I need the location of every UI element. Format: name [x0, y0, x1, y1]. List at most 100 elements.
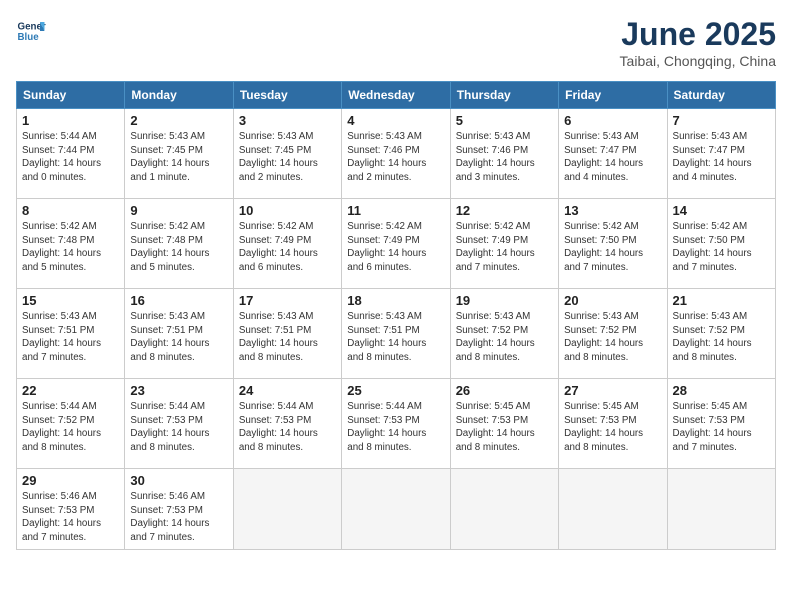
calendar-header-row: SundayMondayTuesdayWednesdayThursdayFrid… — [17, 82, 776, 109]
day-header-monday: Monday — [125, 82, 233, 109]
day-detail: Sunrise: 5:45 AMSunset: 7:53 PMDaylight:… — [673, 400, 770, 455]
title-area: June 2025 Taibai, Chongqing, China — [620, 16, 776, 69]
calendar-cell: 19 Sunrise: 5:43 AMSunset: 7:52 PMDayligh… — [450, 289, 558, 379]
day-number: 4 — [347, 113, 444, 128]
day-number: 5 — [456, 113, 553, 128]
svg-text:Blue: Blue — [18, 32, 40, 43]
calendar-cell: 22 Sunrise: 5:44 AMSunset: 7:52 PMDayligh… — [17, 379, 125, 469]
calendar-cell: 18Sunrise: 5:43 AMSunset: 7:51 PMDayligh… — [342, 289, 450, 379]
day-detail: Sunrise: 5:43 AMSunset: 7:47 PMDaylight:… — [673, 130, 770, 185]
day-detail: Sunrise: 5:46 AMSunset: 7:53 PMDaylight:… — [130, 490, 227, 545]
calendar-table: SundayMondayTuesdayWednesdayThursdayFrid… — [16, 81, 776, 550]
day-detail: Sunrise: 5:43 AMSunset: 7:51 PMDaylight:… — [239, 310, 336, 365]
calendar-cell: 3Sunrise: 5:43 AMSunset: 7:45 PMDaylight… — [233, 109, 341, 199]
day-number: 29 — [22, 473, 119, 488]
calendar-week-row: 22 Sunrise: 5:44 AMSunset: 7:52 PMDayligh… — [17, 379, 776, 469]
calendar-cell: 13 Sunrise: 5:42 AMSunset: 7:50 PMDayligh… — [559, 199, 667, 289]
day-detail: Sunrise: 5:43 AMSunset: 7:52 PMDaylight:… — [564, 310, 661, 365]
calendar-cell — [559, 469, 667, 550]
day-number: 21 — [673, 293, 770, 308]
day-number: 18 — [347, 293, 444, 308]
calendar-cell: 5 Sunrise: 5:43 AMSunset: 7:46 PMDaylight… — [450, 109, 558, 199]
day-detail: Sunrise: 5:42 AMSunset: 7:49 PMDaylight:… — [239, 220, 336, 275]
day-detail: Sunrise: 5:43 AMSunset: 7:51 PMDaylight:… — [22, 310, 119, 365]
day-detail: Sunrise: 5:43 AMSunset: 7:51 PMDaylight:… — [130, 310, 227, 365]
day-detail: Sunrise: 5:44 AMSunset: 7:52 PMDaylight:… — [22, 400, 119, 455]
day-number: 14 — [673, 203, 770, 218]
day-number: 7 — [673, 113, 770, 128]
calendar-cell: 14 Sunrise: 5:42 AMSunset: 7:50 PMDayligh… — [667, 199, 775, 289]
day-number: 19 — [456, 293, 553, 308]
calendar-cell: 8 Sunrise: 5:42 AMSunset: 7:48 PMDaylight… — [17, 199, 125, 289]
calendar-cell: 21 Sunrise: 5:43 AMSunset: 7:52 PMDayligh… — [667, 289, 775, 379]
calendar-week-row: 8 Sunrise: 5:42 AMSunset: 7:48 PMDaylight… — [17, 199, 776, 289]
day-number: 9 — [130, 203, 227, 218]
calendar-week-row: 15 Sunrise: 5:43 AMSunset: 7:51 PMDayligh… — [17, 289, 776, 379]
day-header-wednesday: Wednesday — [342, 82, 450, 109]
calendar-week-row: 29 Sunrise: 5:46 AMSunset: 7:53 PMDayligh… — [17, 469, 776, 550]
day-header-saturday: Saturday — [667, 82, 775, 109]
day-detail: Sunrise: 5:45 AMSunset: 7:53 PMDaylight:… — [564, 400, 661, 455]
day-number: 2 — [130, 113, 227, 128]
day-header-thursday: Thursday — [450, 82, 558, 109]
calendar-cell: 17 Sunrise: 5:43 AMSunset: 7:51 PMDayligh… — [233, 289, 341, 379]
calendar-cell: 29 Sunrise: 5:46 AMSunset: 7:53 PMDayligh… — [17, 469, 125, 550]
calendar-cell: 26 Sunrise: 5:45 AMSunset: 7:53 PMDayligh… — [450, 379, 558, 469]
calendar-cell: 7 Sunrise: 5:43 AMSunset: 7:47 PMDaylight… — [667, 109, 775, 199]
day-number: 11 — [347, 203, 444, 218]
day-detail: Sunrise: 5:43 AMSunset: 7:45 PMDaylight:… — [239, 130, 336, 185]
day-detail: Sunrise: 5:43 AMSunset: 7:46 PMDaylight:… — [456, 130, 553, 185]
day-number: 12 — [456, 203, 553, 218]
calendar-cell: 20 Sunrise: 5:43 AMSunset: 7:52 PMDayligh… — [559, 289, 667, 379]
day-detail: Sunrise: 5:43 AMSunset: 7:52 PMDaylight:… — [456, 310, 553, 365]
day-detail: Sunrise: 5:42 AMSunset: 7:50 PMDaylight:… — [673, 220, 770, 275]
calendar-cell: 4 Sunrise: 5:43 AMSunset: 7:46 PMDaylight… — [342, 109, 450, 199]
calendar-cell: 6Sunrise: 5:43 AMSunset: 7:47 PMDaylight… — [559, 109, 667, 199]
day-detail: Sunrise: 5:43 AMSunset: 7:46 PMDaylight:… — [347, 130, 444, 185]
calendar-cell — [233, 469, 341, 550]
calendar-cell: 9Sunrise: 5:42 AMSunset: 7:48 PMDaylight… — [125, 199, 233, 289]
day-number: 13 — [564, 203, 661, 218]
calendar-cell: 27 Sunrise: 5:45 AMSunset: 7:53 PMDayligh… — [559, 379, 667, 469]
day-detail: Sunrise: 5:46 AMSunset: 7:53 PMDaylight:… — [22, 490, 119, 545]
day-detail: Sunrise: 5:45 AMSunset: 7:53 PMDaylight:… — [456, 400, 553, 455]
day-number: 10 — [239, 203, 336, 218]
calendar-cell: 25Sunrise: 5:44 AMSunset: 7:53 PMDayligh… — [342, 379, 450, 469]
day-detail: Sunrise: 5:44 AMSunset: 7:44 PMDaylight:… — [22, 130, 119, 185]
calendar-cell — [342, 469, 450, 550]
day-detail: Sunrise: 5:43 AMSunset: 7:45 PMDaylight:… — [130, 130, 227, 185]
calendar-cell — [667, 469, 775, 550]
calendar-cell: 28Sunrise: 5:45 AMSunset: 7:53 PMDayligh… — [667, 379, 775, 469]
day-number: 15 — [22, 293, 119, 308]
day-number: 20 — [564, 293, 661, 308]
day-number: 30 — [130, 473, 227, 488]
day-number: 26 — [456, 383, 553, 398]
calendar-cell: 23Sunrise: 5:44 AMSunset: 7:53 PMDayligh… — [125, 379, 233, 469]
day-detail: Sunrise: 5:44 AMSunset: 7:53 PMDaylight:… — [130, 400, 227, 455]
day-number: 16 — [130, 293, 227, 308]
month-title: June 2025 — [620, 16, 776, 53]
calendar-cell: 10 Sunrise: 5:42 AMSunset: 7:49 PMDayligh… — [233, 199, 341, 289]
day-detail: Sunrise: 5:42 AMSunset: 7:49 PMDaylight:… — [456, 220, 553, 275]
day-number: 27 — [564, 383, 661, 398]
day-detail: Sunrise: 5:42 AMSunset: 7:50 PMDaylight:… — [564, 220, 661, 275]
page-header: General Blue June 2025 Taibai, Chongqing… — [16, 16, 776, 69]
day-detail: Sunrise: 5:44 AMSunset: 7:53 PMDaylight:… — [239, 400, 336, 455]
calendar-cell: 12 Sunrise: 5:42 AMSunset: 7:49 PMDayligh… — [450, 199, 558, 289]
logo-icon: General Blue — [16, 16, 46, 46]
day-header-tuesday: Tuesday — [233, 82, 341, 109]
location-title: Taibai, Chongqing, China — [620, 53, 776, 69]
calendar-cell: 1 Sunrise: 5:44 AMSunset: 7:44 PMDaylight… — [17, 109, 125, 199]
calendar-cell: 15 Sunrise: 5:43 AMSunset: 7:51 PMDayligh… — [17, 289, 125, 379]
day-number: 24 — [239, 383, 336, 398]
day-detail: Sunrise: 5:43 AMSunset: 7:47 PMDaylight:… — [564, 130, 661, 185]
day-detail: Sunrise: 5:42 AMSunset: 7:48 PMDaylight:… — [22, 220, 119, 275]
day-number: 17 — [239, 293, 336, 308]
day-number: 8 — [22, 203, 119, 218]
day-number: 1 — [22, 113, 119, 128]
logo: General Blue — [16, 16, 46, 46]
calendar-week-row: 1 Sunrise: 5:44 AMSunset: 7:44 PMDaylight… — [17, 109, 776, 199]
day-number: 22 — [22, 383, 119, 398]
calendar-cell: 30 Sunrise: 5:46 AMSunset: 7:53 PMDayligh… — [125, 469, 233, 550]
day-detail: Sunrise: 5:43 AMSunset: 7:52 PMDaylight:… — [673, 310, 770, 365]
